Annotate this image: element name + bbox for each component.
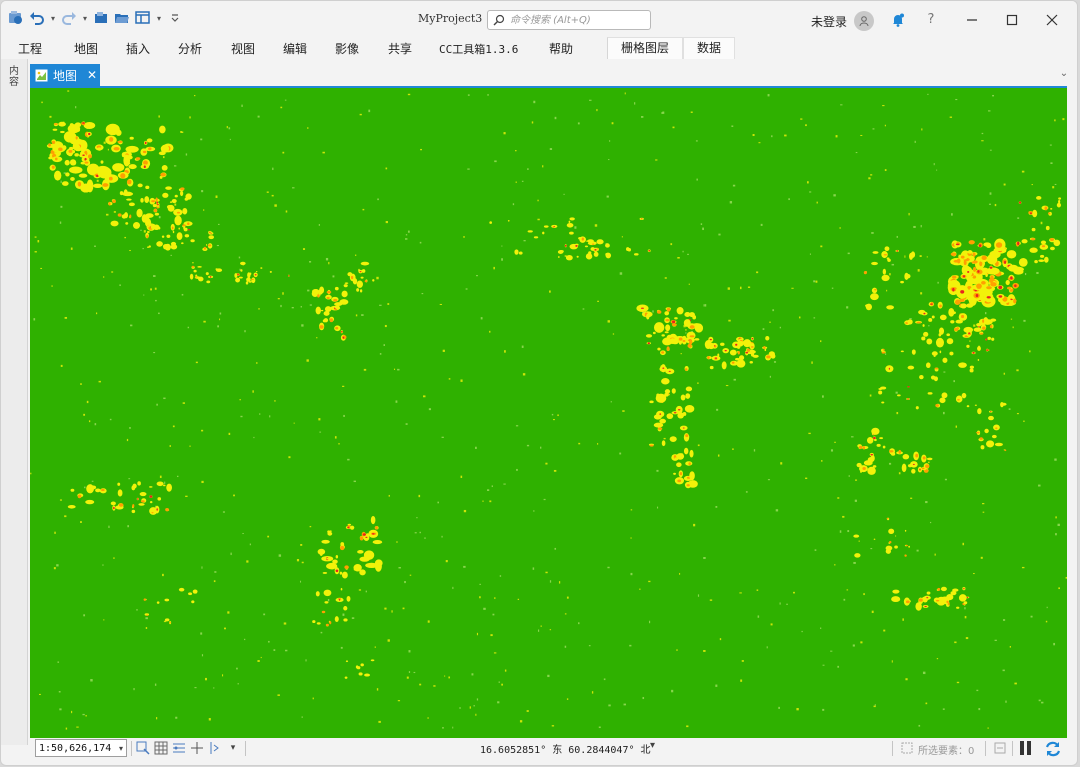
map-status-bar: ▾ ▾ 16.6052851° 东 60.2844047° 北 ▾ 所选要素：0 xyxy=(30,738,1070,759)
pause-drawing-icon[interactable] xyxy=(1020,741,1034,756)
scale-selector[interactable]: ▾ xyxy=(35,739,127,757)
ribbon-tab-bar: 工程 地图 插入 分析 视图 编辑 影像 共享 CC工具箱1.3.6 帮助 栅格… xyxy=(1,37,1077,59)
divider xyxy=(131,741,132,756)
tab-share[interactable]: 共享 xyxy=(388,40,412,57)
quick-access-toolbar: ▾ ▾ ▾ xyxy=(7,9,184,27)
nightlight-raster xyxy=(30,90,1067,730)
minimize-icon[interactable] xyxy=(957,9,987,31)
scale-input[interactable] xyxy=(39,742,113,754)
close-icon[interactable] xyxy=(1037,9,1067,31)
tab-imagery[interactable]: 影像 xyxy=(335,40,359,57)
view-icon[interactable] xyxy=(134,9,152,27)
app-window: ▾ ▾ ▾ MyProject3 未登录 xyxy=(0,0,1078,766)
customize-icon[interactable] xyxy=(166,9,184,27)
snapping-icon[interactable] xyxy=(171,740,187,756)
project-icon[interactable] xyxy=(7,9,25,27)
selection-icon[interactable] xyxy=(899,740,915,756)
crosshair-icon[interactable] xyxy=(189,740,205,756)
tab-edit[interactable]: 编辑 xyxy=(283,40,307,57)
chevron-down-icon[interactable]: ▾ xyxy=(119,744,123,753)
tab-project[interactable]: 工程 xyxy=(18,40,42,57)
tab-cc-toolbox[interactable]: CC工具箱1.3.6 xyxy=(439,41,518,57)
divider xyxy=(985,741,986,756)
help-icon[interactable]: ? xyxy=(923,12,939,28)
search-icon xyxy=(493,14,505,26)
maximize-icon[interactable] xyxy=(997,9,1027,31)
close-tab-icon[interactable]: ✕ xyxy=(87,68,97,82)
divider xyxy=(1012,741,1013,756)
grid-icon[interactable] xyxy=(153,740,169,756)
map-view[interactable] xyxy=(30,86,1067,738)
map-tab-label: 地图 xyxy=(53,68,78,83)
contents-pane-collapsed[interactable]: 内容 xyxy=(1,59,28,745)
raster-map-layer[interactable] xyxy=(30,88,1067,738)
chevron-down-icon[interactable]: ▾ xyxy=(650,740,655,751)
tab-raster-layer[interactable]: 栅格图层 xyxy=(607,37,683,59)
project-title: MyProject3 xyxy=(418,12,483,25)
search-input[interactable] xyxy=(505,13,650,27)
undo-dropdown-icon[interactable]: ▾ xyxy=(49,9,57,27)
document-tab-strip: 地图 ✕ ⌄ xyxy=(30,64,1071,86)
tab-analysis[interactable]: 分析 xyxy=(178,40,202,57)
map-icon xyxy=(35,69,48,81)
tab-data[interactable]: 数据 xyxy=(683,37,735,59)
user-icon xyxy=(859,16,869,27)
coordinate-readout: 16.6052851° 东 60.2844047° 北 xyxy=(480,745,651,756)
tools-dropdown-icon[interactable] xyxy=(207,740,223,756)
tab-help[interactable]: 帮助 xyxy=(549,40,573,57)
open-project-icon[interactable] xyxy=(113,9,131,27)
undo-icon[interactable] xyxy=(28,9,46,27)
chevron-down-icon[interactable]: ⌄ xyxy=(1057,68,1071,82)
title-bar: ▾ ▾ ▾ MyProject3 未登录 xyxy=(1,1,1077,37)
tab-view[interactable]: 视图 xyxy=(231,40,255,57)
zoom-to-layer-icon[interactable] xyxy=(135,740,151,756)
tab-map[interactable]: 地图 xyxy=(74,40,98,57)
sign-in-status[interactable]: 未登录 xyxy=(811,13,847,30)
chevron-down-icon[interactable]: ▾ xyxy=(225,740,241,756)
redo-dropdown-icon[interactable]: ▾ xyxy=(81,9,89,27)
avatar[interactable] xyxy=(854,11,874,31)
new-project-icon[interactable] xyxy=(92,9,110,27)
refresh-icon[interactable] xyxy=(1044,740,1062,758)
redo-icon[interactable] xyxy=(60,9,78,27)
notification-bell-icon[interactable] xyxy=(888,10,908,30)
map-document-tab[interactable]: 地图 ✕ xyxy=(30,64,100,86)
tab-insert[interactable]: 插入 xyxy=(126,40,150,57)
divider xyxy=(892,741,893,756)
selected-features-count: 所选要素：0 xyxy=(918,746,975,757)
clear-selection-icon[interactable] xyxy=(992,740,1008,756)
view-dropdown-icon[interactable]: ▾ xyxy=(155,9,163,27)
contents-pane-label: 内容 xyxy=(9,66,19,88)
divider xyxy=(245,741,246,756)
command-search-box[interactable] xyxy=(487,10,651,30)
